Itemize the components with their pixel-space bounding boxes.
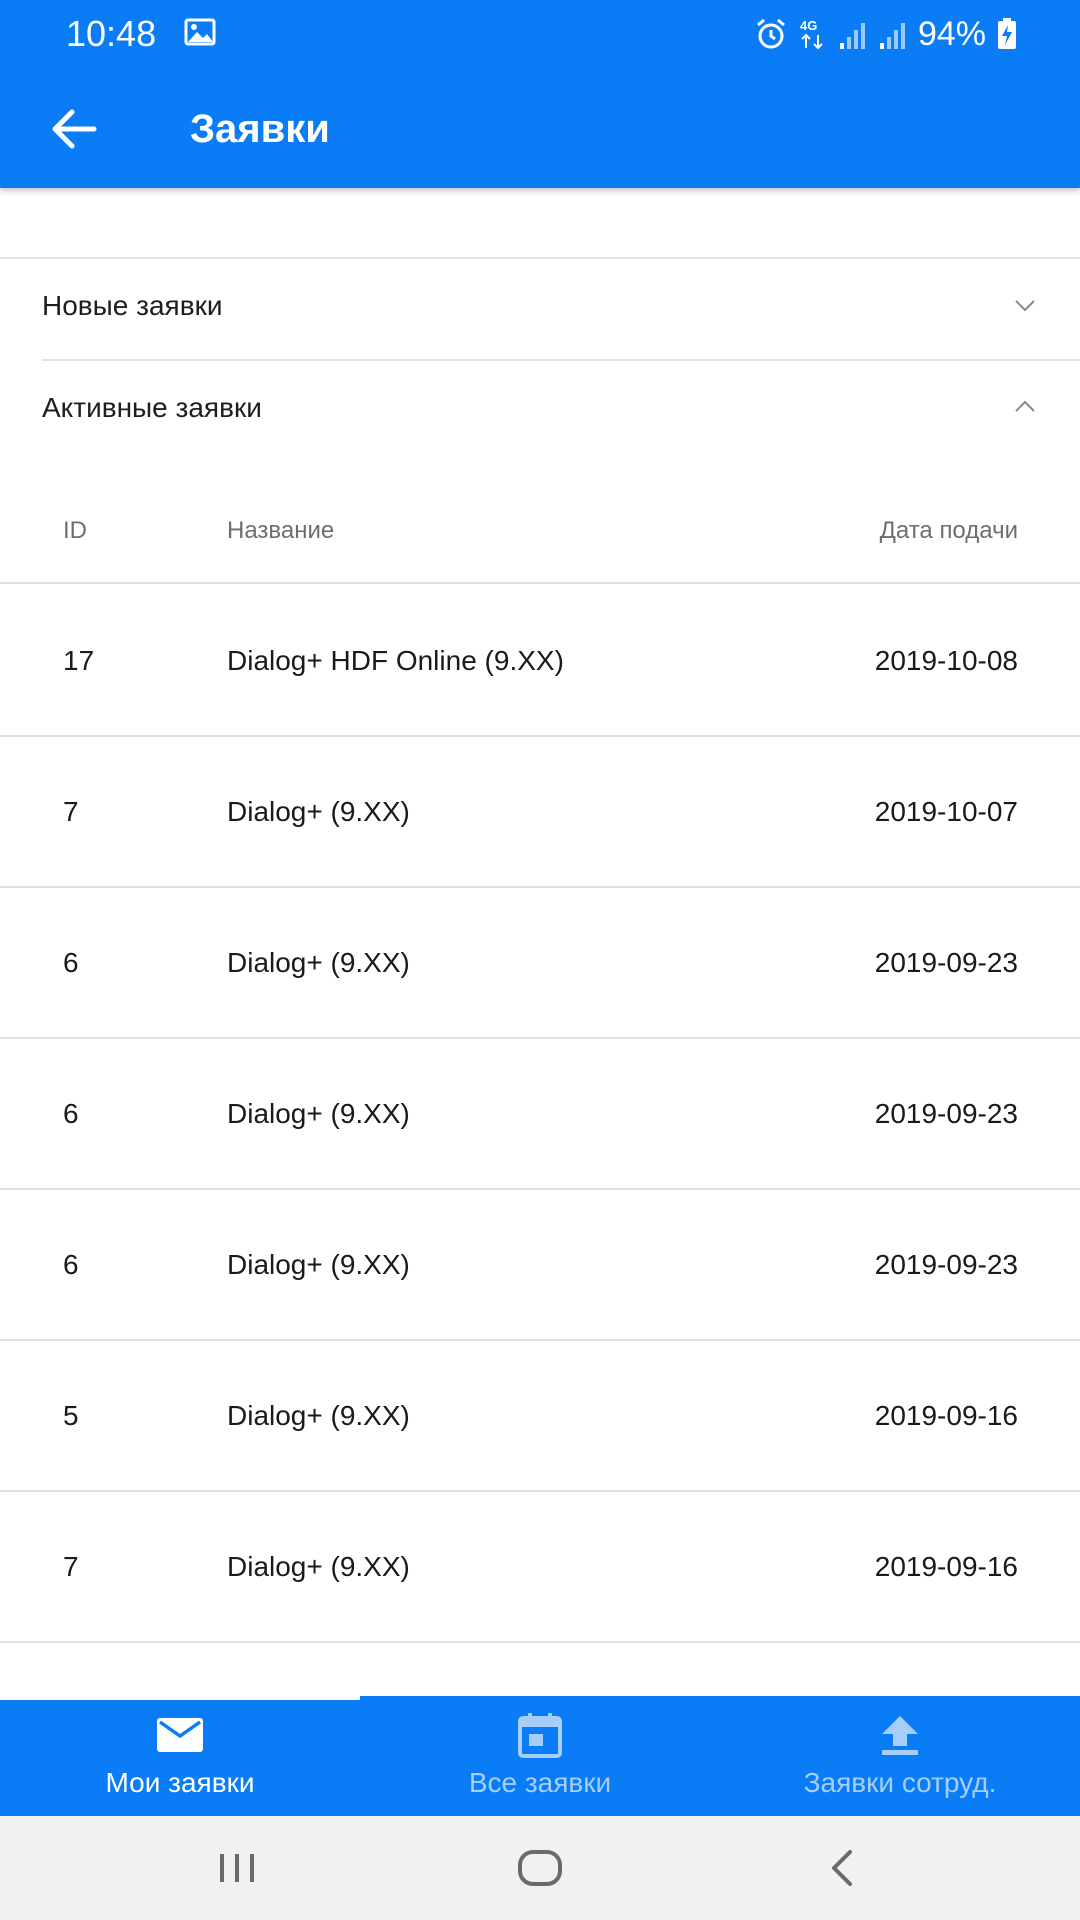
bottom-navigation: Мои заявки Все заявки Заявки сотруд. (0, 1696, 1080, 1816)
signal-icon (879, 23, 905, 49)
app-bar: Заявки (0, 68, 1080, 188)
row-id: 7 (63, 795, 79, 827)
table-row[interactable]: 6 Dialog+ (9.XX) 2019-09-23 (0, 888, 1080, 1039)
system-navigation-bar (0, 1816, 1080, 1920)
row-date: 2019-09-23 (874, 1248, 1018, 1280)
row-name: Dialog+ (9.XX) (227, 946, 410, 978)
row-id: 5 (63, 1399, 79, 1431)
row-name: Dialog+ (9.XX) (227, 1550, 410, 1582)
header-date: Дата подачи (879, 517, 1018, 544)
status-time: 10:48 (66, 13, 157, 54)
table-row[interactable]: 6 Dialog+ (9.XX) 2019-09-23 (0, 1190, 1080, 1341)
arrow-left-icon[interactable] (44, 100, 102, 158)
row-name: Dialog+ (9.XX) (227, 1399, 410, 1431)
battery-percent: 94% (917, 15, 986, 53)
chevron-down-icon[interactable] (1012, 292, 1038, 318)
header-id: ID (63, 517, 87, 544)
tab-all-requests[interactable]: Все заявки (360, 1696, 720, 1816)
row-name: Dialog+ (9.XX) (227, 1248, 410, 1280)
table-row[interactable]: 7 Dialog+ (9.XX) 2019-10-07 (0, 737, 1080, 888)
status-right-icons: 4G 94% (754, 12, 1018, 56)
alarm-icon (756, 18, 785, 49)
row-name: Dialog+ (9.XX) (227, 795, 410, 827)
tab-label: Мои заявки (105, 1767, 255, 1798)
row-id: 17 (63, 644, 95, 676)
4g-icon: 4G (800, 18, 823, 50)
row-date: 2019-09-16 (874, 1399, 1018, 1431)
screen: 10:48 4G 94% Заявки Новые заявки Активны… (0, 0, 1080, 1920)
mail-icon (157, 1718, 203, 1752)
row-id: 6 (63, 1248, 79, 1280)
row-date: 2019-10-07 (874, 795, 1018, 827)
row-id: 7 (63, 1550, 79, 1582)
table-row[interactable]: 5 Dialog+ (9.XX) 2019-09-16 (0, 1341, 1080, 1492)
battery-charging-icon (998, 18, 1016, 49)
row-date: 2019-10-08 (874, 644, 1018, 676)
network-label: 4G (800, 18, 817, 33)
tab-employee-requests[interactable]: Заявки сотруд. (720, 1696, 1080, 1816)
row-date: 2019-09-16 (874, 1550, 1018, 1582)
row-id: 6 (63, 946, 79, 978)
table-header: ID Название Дата подачи (0, 488, 1080, 584)
header-name: Название (227, 517, 335, 544)
recents-icon[interactable] (212, 1846, 262, 1890)
status-bar: 10:48 4G 94% (0, 0, 1080, 68)
section-active-requests[interactable]: Активные заявки (42, 360, 1038, 460)
row-name: Dialog+ HDF Online (9.XX) (227, 644, 564, 676)
upload-icon (882, 1716, 918, 1755)
row-id: 6 (63, 1097, 79, 1129)
back-icon[interactable] (818, 1846, 868, 1890)
chevron-up-icon[interactable] (1012, 394, 1038, 420)
section-new-label: Новые заявки (42, 290, 223, 321)
row-name: Dialog+ (9.XX) (227, 1097, 410, 1129)
tab-my-requests[interactable]: Мои заявки (0, 1696, 360, 1816)
table-row[interactable]: 17 Dialog+ HDF Online (9.XX) 2019-10-08 (0, 586, 1080, 737)
row-date: 2019-09-23 (874, 1097, 1018, 1129)
tab-label: Заявки сотруд. (803, 1767, 997, 1798)
section-new-requests[interactable]: Новые заявки (42, 258, 1038, 358)
table-row[interactable]: 6 Dialog+ (9.XX) 2019-09-23 (0, 1039, 1080, 1190)
row-date: 2019-09-23 (874, 946, 1018, 978)
page-title: Заявки (190, 107, 330, 151)
image-icon (184, 18, 216, 46)
home-icon[interactable] (515, 1846, 565, 1890)
tab-label: Все заявки (468, 1767, 612, 1798)
table-row[interactable]: 7 Dialog+ (9.XX) 2019-09-16 (0, 1492, 1080, 1643)
section-active-label: Активные заявки (42, 392, 262, 423)
calendar-icon (518, 1713, 562, 1758)
content-area[interactable]: Новые заявки Активные заявки ID Название… (0, 188, 1080, 1696)
signal-icon (839, 23, 865, 49)
